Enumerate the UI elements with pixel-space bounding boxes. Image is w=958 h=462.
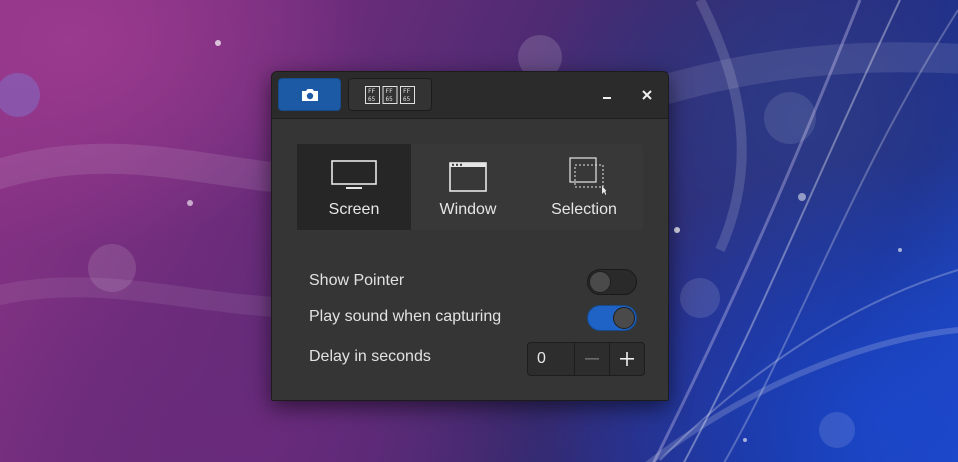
take-screenshot-button[interactable] <box>278 78 341 111</box>
show-pointer-label: Show Pointer <box>309 272 405 289</box>
mode-label: Screen <box>328 201 380 218</box>
svg-text:FF: FF <box>403 88 411 95</box>
close-button[interactable] <box>636 84 658 106</box>
minus-icon <box>585 358 599 360</box>
minimize-button[interactable] <box>596 84 618 106</box>
mode-selection-button[interactable]: Selection <box>525 144 643 230</box>
mode-window-button[interactable]: Window <box>411 144 525 230</box>
delay-input[interactable]: 0 <box>528 343 574 375</box>
image-strip-icon: FF65 FF65 FF65 <box>365 85 415 104</box>
show-pointer-switch[interactable] <box>587 269 637 295</box>
play-sound-switch[interactable] <box>587 305 637 331</box>
mode-label: Window <box>439 201 497 218</box>
delay-decrement-button[interactable] <box>574 343 609 375</box>
delay-label: Delay in seconds <box>309 348 431 365</box>
svg-text:FF: FF <box>368 88 376 95</box>
switch-knob <box>613 307 635 329</box>
selection-icon <box>569 157 606 195</box>
camera-icon <box>301 88 318 101</box>
screenshot-history-button[interactable]: FF 65 FF 65 FF 65 <box>348 78 432 111</box>
close-icon <box>642 90 652 100</box>
mode-label: Selection <box>551 201 617 218</box>
capture-mode-selector: Screen Window Selection <box>297 144 643 230</box>
minimize-icon <box>603 97 611 99</box>
delay-increment-button[interactable] <box>609 343 644 375</box>
svg-text:65: 65 <box>368 96 376 103</box>
play-sound-label: Play sound when capturing <box>309 308 502 325</box>
plus-icon <box>620 352 634 366</box>
header-bar: FF 65 FF 65 FF 65 <box>272 72 668 119</box>
window-icon <box>449 162 487 192</box>
svg-text:65: 65 <box>386 96 394 103</box>
svg-text:65: 65 <box>403 96 411 103</box>
mode-screen-button[interactable]: Screen <box>297 144 411 230</box>
delay-spinbutton: 0 <box>527 342 645 376</box>
switch-knob <box>589 271 611 293</box>
monitor-icon <box>331 160 377 189</box>
screenshot-dialog: FF 65 FF 65 FF 65 Screen Window Selectio… <box>271 71 669 401</box>
svg-text:FF: FF <box>386 88 394 95</box>
